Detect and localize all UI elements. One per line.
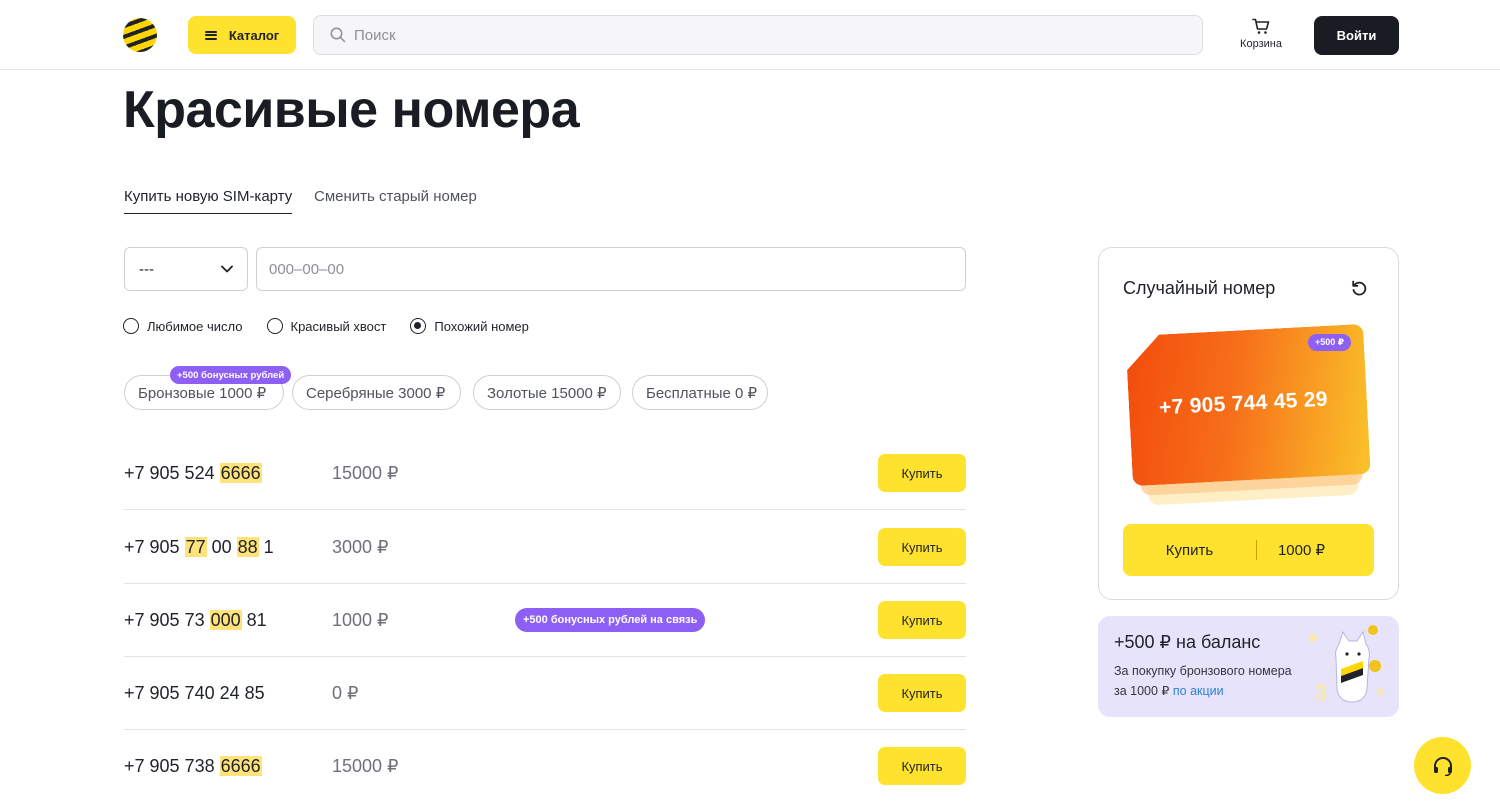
tab-change-number[interactable]: Сменить старый номер	[314, 188, 477, 213]
cart-label: Корзина	[1240, 38, 1282, 50]
number-input[interactable]	[257, 248, 965, 290]
buy-button[interactable]: Купить	[878, 674, 966, 712]
beeline-logo[interactable]	[123, 18, 157, 52]
number-input-field[interactable]	[256, 247, 966, 291]
menu-icon	[204, 30, 217, 40]
radio-icon	[123, 318, 139, 334]
radio-similar-number[interactable]: Похожий номер	[410, 318, 529, 334]
random-buy-label: Купить	[1165, 541, 1214, 559]
number-row: +7 905 524 6666 15000 ₽ Купить	[124, 437, 966, 510]
tab-buy-new-sim[interactable]: Купить новую SIM-карту	[124, 188, 293, 214]
phone-number: +7 905 738 6666	[124, 756, 262, 776]
support-chat-button[interactable]	[1414, 737, 1471, 794]
search-input[interactable]	[354, 16, 1174, 54]
random-buy-price: 1000 ₽	[1277, 542, 1326, 559]
search-mode-radio-group: Любимое число Красивый хвост Похожий ном…	[123, 318, 529, 334]
promo-link[interactable]: по акции	[1173, 684, 1224, 698]
phone-number: +7 905 77 00 88 1	[124, 537, 274, 557]
svg-text:8: 8	[1377, 685, 1384, 699]
buy-button[interactable]: Купить	[878, 528, 966, 566]
catalog-button[interactable]: Каталог	[188, 16, 296, 54]
bonus-promo-badge: +500 бонусных рублей на связь	[515, 608, 706, 632]
buy-button[interactable]: Купить	[878, 601, 966, 639]
phone-number: +7 905 524 6666	[124, 463, 262, 483]
buy-button[interactable]: Купить	[878, 454, 966, 492]
radio-label: Похожий номер	[434, 318, 529, 334]
number-row: +7 905 740 24 85 0 ₽ Купить	[124, 657, 966, 730]
bonus-badge: +500 бонусных рублей	[170, 366, 292, 384]
chip-silver[interactable]: Серебряные 3000 ₽	[292, 375, 461, 410]
search-icon	[330, 27, 346, 43]
search-bar[interactable]	[313, 15, 1203, 55]
chip-free[interactable]: Бесплатные 0 ₽	[632, 375, 768, 410]
random-buy-button[interactable]: Купить 1000 ₽	[1123, 524, 1374, 576]
number-price: 1000 ₽	[332, 610, 389, 630]
promo-card[interactable]: +500 ₽ на баланс За покупку бронзового н…	[1098, 616, 1399, 717]
chip-gold[interactable]: Золотые 15000 ₽	[473, 375, 621, 410]
promo-title: +500 ₽ на баланс	[1114, 632, 1261, 652]
buy-button[interactable]: Купить	[878, 747, 966, 785]
radio-favorite-number[interactable]: Любимое число	[123, 318, 243, 334]
cart-button[interactable]: Корзина	[1232, 18, 1290, 50]
number-price: 0 ₽	[332, 683, 359, 703]
number-row: +7 905 738 6666 15000 ₽ Купить	[124, 730, 966, 801]
code-select-value: ---	[139, 260, 154, 278]
cart-icon	[1252, 18, 1270, 34]
number-price: 3000 ₽	[332, 537, 389, 557]
refresh-icon[interactable]	[1350, 279, 1368, 297]
random-number-title: Случайный номер	[1123, 278, 1276, 298]
catalog-label: Каталог	[228, 27, 280, 43]
radio-beautiful-tail[interactable]: Красивый хвост	[266, 318, 387, 334]
promo-text: За покупку бронзового номера за 1000 ₽ п…	[1114, 664, 1292, 698]
headset-icon	[1433, 756, 1452, 776]
page-title: Красивые номера	[123, 81, 580, 139]
number-row: +7 905 77 00 88 1 3000 ₽ Купить	[124, 511, 966, 584]
radio-label: Любимое число	[147, 318, 243, 334]
phone-number: +7 905 73 000 81	[124, 610, 267, 630]
number-price: 15000 ₽	[332, 756, 399, 776]
radio-label: Красивый хвост	[290, 318, 387, 334]
header: Каталог Корзина Войти	[0, 0, 1500, 70]
cat-mascot-icon: 3 8	[1309, 625, 1384, 705]
number-price: 15000 ₽	[332, 463, 399, 483]
sim-bonus-badge: +500 ₽	[1308, 334, 1352, 351]
radio-icon	[266, 318, 283, 334]
number-row: +7 905 73 000 81 1000 ₽ +500 бонусных ру…	[124, 584, 966, 657]
chevron-down-icon	[221, 265, 233, 273]
sim-card-illustration: +7 905 744 45 29 +500 ₽	[1125, 324, 1373, 506]
svg-text:3: 3	[1315, 680, 1327, 705]
login-button[interactable]: Войти	[1314, 16, 1399, 55]
random-number-card: Случайный номер +7 905 744 45 29 +500 ₽ …	[1098, 247, 1399, 600]
code-select[interactable]: ---	[124, 247, 248, 291]
radio-checked-icon	[410, 318, 427, 334]
phone-number: +7 905 740 24 85	[124, 683, 265, 703]
